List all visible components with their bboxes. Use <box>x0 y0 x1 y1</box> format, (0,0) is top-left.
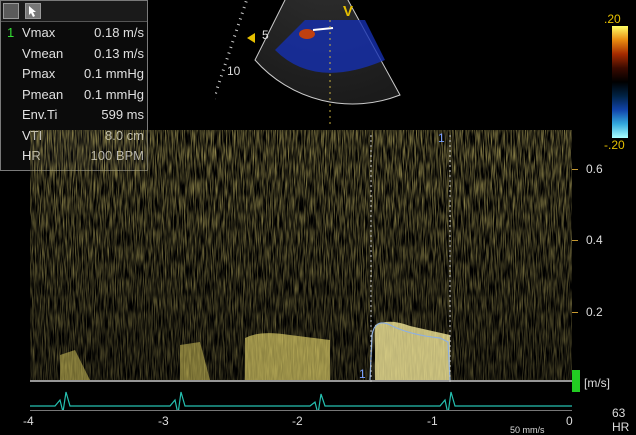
velocity-unit: [m/s] <box>584 376 610 390</box>
time-label: -3 <box>158 414 169 428</box>
measurement-value: 0.13 m/s <box>94 45 144 61</box>
depth-label-5: 5 <box>262 28 269 42</box>
hr-value: 63 <box>612 406 626 420</box>
measurement-label: Env.Ti <box>22 107 58 122</box>
measurement-label: Vmax <box>22 25 56 40</box>
scale-label: 0.6 <box>586 162 603 176</box>
measurement-value: 0.1 mmHg <box>84 66 144 81</box>
time-label: -4 <box>23 414 34 428</box>
measurement-row: 1 Vmax 0.18 m/s <box>1 23 147 43</box>
measurement-row: Vmean 0.13 m/s <box>1 44 147 64</box>
caliper-label: 1 <box>359 367 366 381</box>
time-axis: -4 -3 -2 -1 0 50 mm/s <box>0 410 636 435</box>
cursor-icon[interactable] <box>25 3 41 19</box>
scale-label: 0.4 <box>586 233 603 247</box>
measurement-label: Pmax <box>22 66 56 81</box>
collapse-button[interactable] <box>3 3 19 19</box>
colorbar-top-label: .20 <box>604 12 621 26</box>
doppler-spectrum: 1 1 <box>30 130 572 410</box>
measurement-label: Pmean <box>22 86 64 102</box>
measurement-row: Pmean 0.1 mmHg <box>1 85 147 105</box>
time-label: -2 <box>292 414 303 428</box>
measurement-value: 599 ms <box>101 107 144 122</box>
scale-label: 0.2 <box>586 305 603 319</box>
sector-image: 5 10 V <box>215 0 401 125</box>
measurement-value: 0.18 m/s <box>94 25 144 40</box>
velocity-scale: 0.6 0.4 0.2 [m/s] <box>572 130 632 410</box>
flow-jet <box>299 29 315 39</box>
flow-signal <box>245 333 330 380</box>
time-label: 0 <box>566 414 573 428</box>
measurement-row: Pmax 0.1 mmHg <box>1 64 147 84</box>
time-label: -1 <box>427 414 438 428</box>
baseline-marker[interactable] <box>572 370 580 392</box>
measurement-label: Vmean <box>22 45 64 61</box>
depth-label-10: 10 <box>227 64 241 78</box>
measurement-row: Env.Ti 599 ms <box>1 105 147 125</box>
caliper-label: 1 <box>438 131 445 145</box>
color-bar <box>612 26 628 138</box>
focus-marker-icon <box>247 33 255 43</box>
panel-titlebar <box>1 1 147 22</box>
view-label: V <box>343 3 353 20</box>
hr-unit: HR <box>612 420 630 434</box>
measurement-index: 1 <box>7 25 15 40</box>
measurement-value: 0.1 mmHg <box>84 86 144 102</box>
